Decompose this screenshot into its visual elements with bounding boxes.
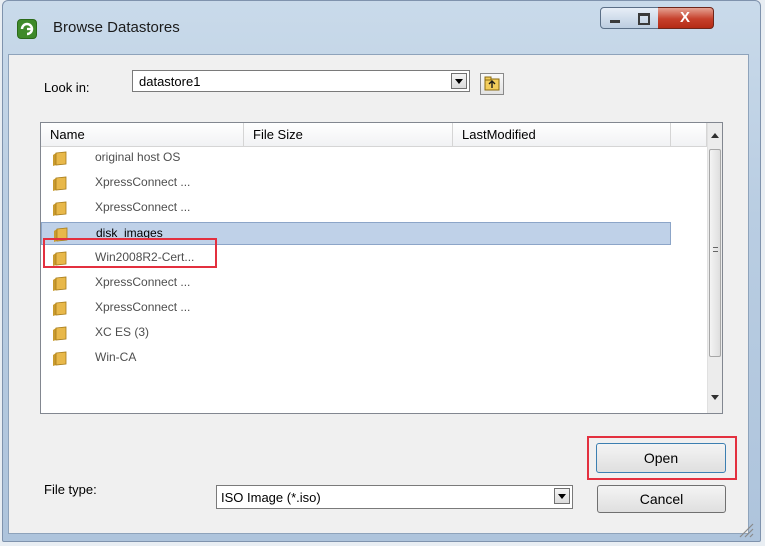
folder-icon — [53, 301, 67, 316]
list-item-name: XpressConnect ... — [95, 200, 191, 214]
annotation-highlight-open — [587, 436, 737, 480]
minimize-button[interactable] — [600, 7, 630, 29]
scroll-down-icon[interactable] — [711, 395, 719, 400]
vsphere-logo-icon — [17, 19, 37, 39]
list-item[interactable]: Win-CA — [41, 347, 671, 370]
column-header-last-modified[interactable]: LastModified — [453, 123, 671, 147]
cancel-button[interactable]: Cancel — [597, 485, 726, 513]
annotation-highlight-disk-images — [43, 238, 217, 268]
close-button[interactable]: X — [658, 7, 714, 29]
up-folder-button[interactable] — [480, 73, 504, 95]
list-item[interactable]: XpressConnect ... — [41, 297, 671, 320]
folder-icon — [53, 326, 67, 341]
filetype-label: File type: — [44, 482, 97, 497]
list-item[interactable]: XpressConnect ... — [41, 172, 671, 195]
list-item-name: XpressConnect ... — [95, 175, 191, 189]
folder-icon — [53, 351, 67, 366]
scroll-up-icon[interactable] — [711, 133, 719, 138]
folder-icon — [53, 151, 67, 166]
up-folder-icon — [484, 76, 500, 91]
title-bar[interactable]: Browse Datastores X — [3, 1, 760, 55]
vertical-scrollbar[interactable] — [707, 123, 722, 413]
maximize-button[interactable] — [629, 7, 659, 29]
filetype-value: ISO Image (*.iso) — [221, 490, 321, 505]
list-item[interactable]: XpressConnect ... — [41, 272, 671, 295]
close-icon: X — [679, 9, 690, 26]
column-header-label: Name — [50, 127, 85, 142]
column-header-file-size[interactable]: File Size — [244, 123, 453, 147]
scroll-thumb[interactable] — [709, 149, 721, 357]
column-header-label: LastModified — [462, 127, 536, 142]
column-header-filler — [671, 123, 707, 147]
list-item-name: XC ES (3) — [95, 325, 150, 339]
column-header-name[interactable]: Name — [41, 123, 244, 147]
chevron-down-icon[interactable] — [554, 488, 570, 504]
file-list[interactable]: Name File Size LastModified original hos… — [40, 122, 723, 414]
window-title: Browse Datastores — [53, 19, 180, 36]
filetype-dropdown[interactable]: ISO Image (*.iso) — [216, 485, 573, 509]
list-item-name: XpressConnect ... — [95, 300, 191, 314]
list-item[interactable]: original host OS — [41, 147, 671, 170]
lookin-value: datastore1 — [139, 74, 201, 89]
column-header-label: File Size — [253, 127, 303, 142]
list-item[interactable]: XC ES (3) — [41, 322, 671, 345]
list-item-name: original host OS — [95, 150, 181, 164]
cancel-button-label: Cancel — [639, 491, 684, 507]
list-item-name: XpressConnect ... — [95, 275, 191, 289]
lookin-dropdown[interactable]: datastore1 — [132, 70, 470, 92]
folder-icon — [53, 176, 67, 191]
list-item[interactable]: XpressConnect ... — [41, 197, 671, 220]
list-item-name: Win-CA — [95, 350, 137, 364]
folder-icon — [53, 201, 67, 216]
folder-icon — [53, 276, 67, 291]
resize-grip-icon[interactable] — [736, 520, 754, 538]
lookin-label: Look in: — [44, 80, 90, 95]
chevron-down-icon[interactable] — [451, 73, 467, 89]
